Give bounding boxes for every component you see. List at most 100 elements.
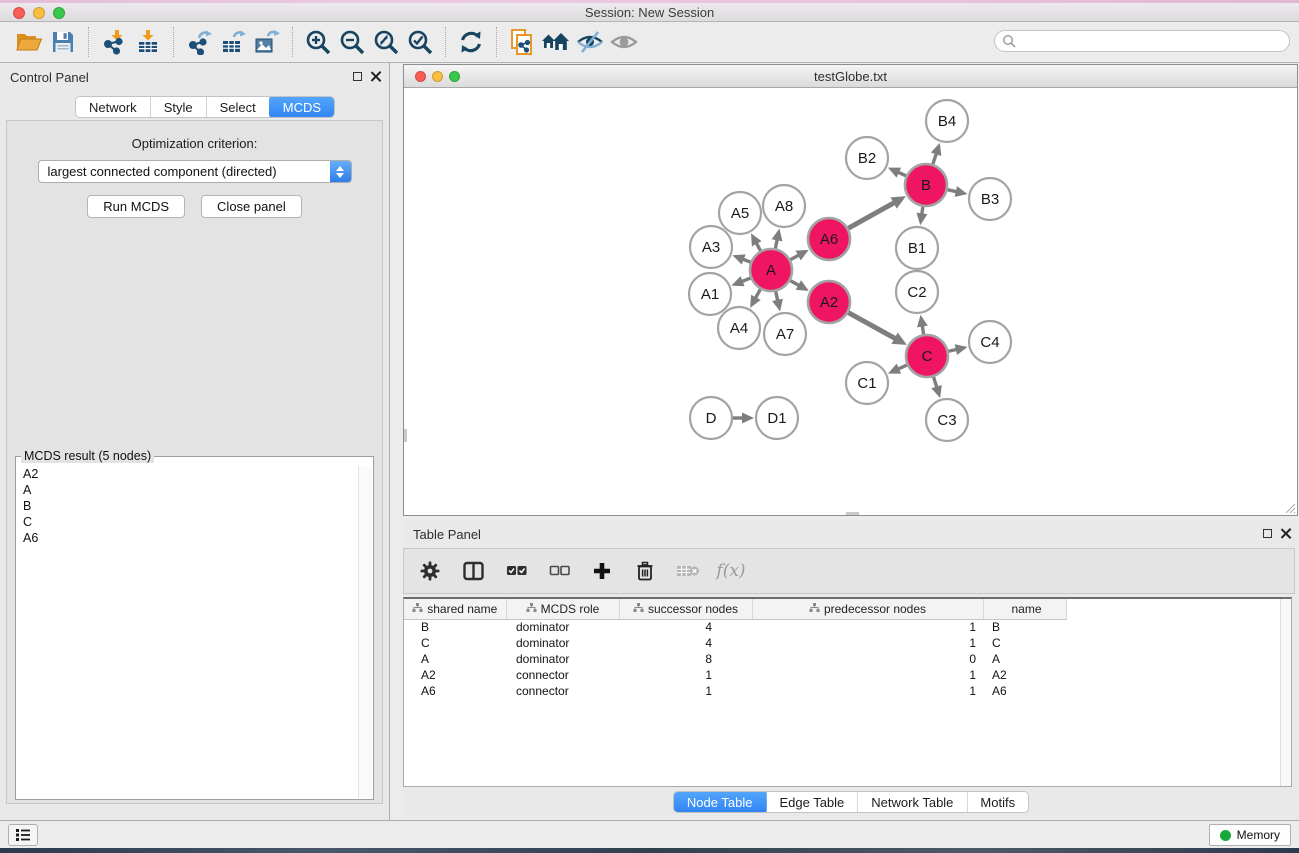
graph-node-D[interactable]: D — [690, 397, 732, 439]
table-cell[interactable]: A — [404, 651, 506, 667]
result-list-item[interactable]: C — [17, 514, 358, 530]
table-scrollbar[interactable] — [1280, 599, 1291, 786]
graph-node-A4[interactable]: A4 — [718, 307, 760, 349]
show-columns-button[interactable] — [461, 559, 485, 583]
close-window-button[interactable] — [415, 71, 426, 82]
minimize-window-button[interactable] — [33, 7, 45, 19]
table-cell[interactable]: 1 — [752, 683, 983, 699]
table-cell[interactable]: 0 — [752, 651, 983, 667]
minimize-window-button[interactable] — [432, 71, 443, 82]
table-cell[interactable]: dominator — [506, 635, 619, 651]
table-options-button[interactable] — [418, 559, 442, 583]
zoom-window-button[interactable] — [53, 7, 65, 19]
tab-style[interactable]: Style — [151, 97, 207, 117]
table-row[interactable]: A2connector11A2 — [404, 667, 1066, 683]
table-cell[interactable]: A6 — [404, 683, 506, 699]
delete-table-button-disabled[interactable] — [676, 559, 700, 583]
network-canvas[interactable]: B4B2BB3A5A8A6B1A3AA1C2A2A4A7C4CC1C3DD1 — [404, 89, 1297, 515]
table-row[interactable]: Adominator80A — [404, 651, 1066, 667]
tab-network[interactable]: Network — [76, 97, 151, 117]
import-network-button[interactable] — [97, 25, 131, 59]
table-row[interactable]: A6connector11A6 — [404, 683, 1066, 699]
run-mcds-button[interactable]: Run MCDS — [87, 195, 185, 218]
save-session-button[interactable] — [46, 25, 80, 59]
table-cell[interactable]: dominator — [506, 651, 619, 667]
graph-node-C3[interactable]: C3 — [926, 399, 968, 441]
table-cell[interactable]: 1 — [752, 667, 983, 683]
tab-edge-table[interactable]: Edge Table — [766, 792, 858, 812]
float-panel-icon[interactable] — [1263, 529, 1272, 538]
graph-node-A5[interactable]: A5 — [719, 192, 761, 234]
graph-node-B3[interactable]: B3 — [969, 178, 1011, 220]
network-window-titlebar[interactable]: testGlobe.txt — [404, 65, 1297, 88]
close-panel-icon[interactable] — [1280, 528, 1291, 539]
search-input[interactable] — [1021, 34, 1289, 48]
home-view-button[interactable] — [539, 25, 573, 59]
graph-node-B[interactable]: B — [905, 164, 947, 206]
tab-mcds[interactable]: MCDS — [269, 96, 335, 118]
table-cell[interactable]: C — [983, 635, 1066, 651]
table-cell[interactable]: 1 — [619, 683, 752, 699]
tab-select[interactable]: Select — [207, 97, 270, 117]
close-panel-icon[interactable] — [370, 71, 381, 82]
network-graph[interactable]: B4B2BB3A5A8A6B1A3AA1C2A2A4A7C4CC1C3DD1 — [404, 89, 1297, 516]
table-cell[interactable]: 4 — [619, 619, 752, 635]
zoom-fit-button[interactable] — [369, 25, 403, 59]
result-list-item[interactable]: A — [17, 482, 358, 498]
delete-column-button[interactable] — [633, 559, 657, 583]
new-network-from-selection-button[interactable] — [505, 25, 539, 59]
table-row[interactable]: Bdominator41B — [404, 619, 1066, 635]
close-panel-button[interactable]: Close panel — [201, 195, 302, 218]
graph-node-D1[interactable]: D1 — [756, 397, 798, 439]
tab-motifs[interactable]: Motifs — [967, 792, 1028, 812]
graph-node-C[interactable]: C — [906, 335, 948, 377]
table-cell[interactable]: 8 — [619, 651, 752, 667]
create-column-button[interactable] — [590, 559, 614, 583]
graph-edge-A2-C[interactable] — [848, 313, 897, 340]
hide-graphics-details-button[interactable] — [573, 25, 607, 59]
graph-node-A8[interactable]: A8 — [763, 185, 805, 227]
tab-network-table[interactable]: Network Table — [858, 792, 967, 812]
node-table[interactable]: shared nameMCDS rolesuccessor nodesprede… — [404, 599, 1067, 699]
column-header[interactable]: MCDS role — [506, 599, 619, 619]
table-cell[interactable]: connector — [506, 683, 619, 699]
table-cell[interactable]: 1 — [752, 619, 983, 635]
task-history-button[interactable] — [8, 824, 38, 846]
column-header[interactable]: name — [983, 599, 1066, 619]
zoom-window-button[interactable] — [449, 71, 460, 82]
graph-node-B1[interactable]: B1 — [896, 227, 938, 269]
zoom-out-button[interactable] — [335, 25, 369, 59]
apply-layout-button[interactable] — [454, 25, 488, 59]
export-network-button[interactable] — [182, 25, 216, 59]
graph-node-B4[interactable]: B4 — [926, 100, 968, 142]
table-row[interactable]: Cdominator41C — [404, 635, 1066, 651]
function-builder-button-disabled[interactable]: f(x) — [719, 559, 743, 583]
graph-node-C2[interactable]: C2 — [896, 271, 938, 313]
column-header[interactable]: successor nodes — [619, 599, 752, 619]
close-window-button[interactable] — [13, 7, 25, 19]
graph-node-C1[interactable]: C1 — [846, 362, 888, 404]
graph-edge-A6-B[interactable] — [848, 202, 896, 229]
zoom-in-button[interactable] — [301, 25, 335, 59]
table-cell[interactable]: A6 — [983, 683, 1066, 699]
result-list-item[interactable]: A6 — [17, 530, 358, 546]
select-all-columns-button[interactable] — [504, 559, 528, 583]
graph-node-A6[interactable]: A6 — [808, 218, 850, 260]
tab-node-table[interactable]: Node Table — [673, 791, 768, 813]
table-cell[interactable]: B — [983, 619, 1066, 635]
memory-button[interactable]: Memory — [1209, 824, 1291, 846]
graph-node-C4[interactable]: C4 — [969, 321, 1011, 363]
graph-node-A3[interactable]: A3 — [690, 226, 732, 268]
table-cell[interactable]: dominator — [506, 619, 619, 635]
graph-node-A[interactable]: A — [750, 249, 792, 291]
table-cell[interactable]: connector — [506, 667, 619, 683]
result-list-scrollbar[interactable] — [358, 466, 372, 798]
zoom-selected-button[interactable] — [403, 25, 437, 59]
graph-node-A1[interactable]: A1 — [689, 273, 731, 315]
horizontal-scrollbar-thumb[interactable] — [846, 512, 859, 515]
table-cell[interactable]: 1 — [619, 667, 752, 683]
search-field[interactable] — [994, 30, 1290, 52]
table-cell[interactable]: 4 — [619, 635, 752, 651]
graph-node-A7[interactable]: A7 — [764, 313, 806, 355]
table-cell[interactable]: A2 — [404, 667, 506, 683]
